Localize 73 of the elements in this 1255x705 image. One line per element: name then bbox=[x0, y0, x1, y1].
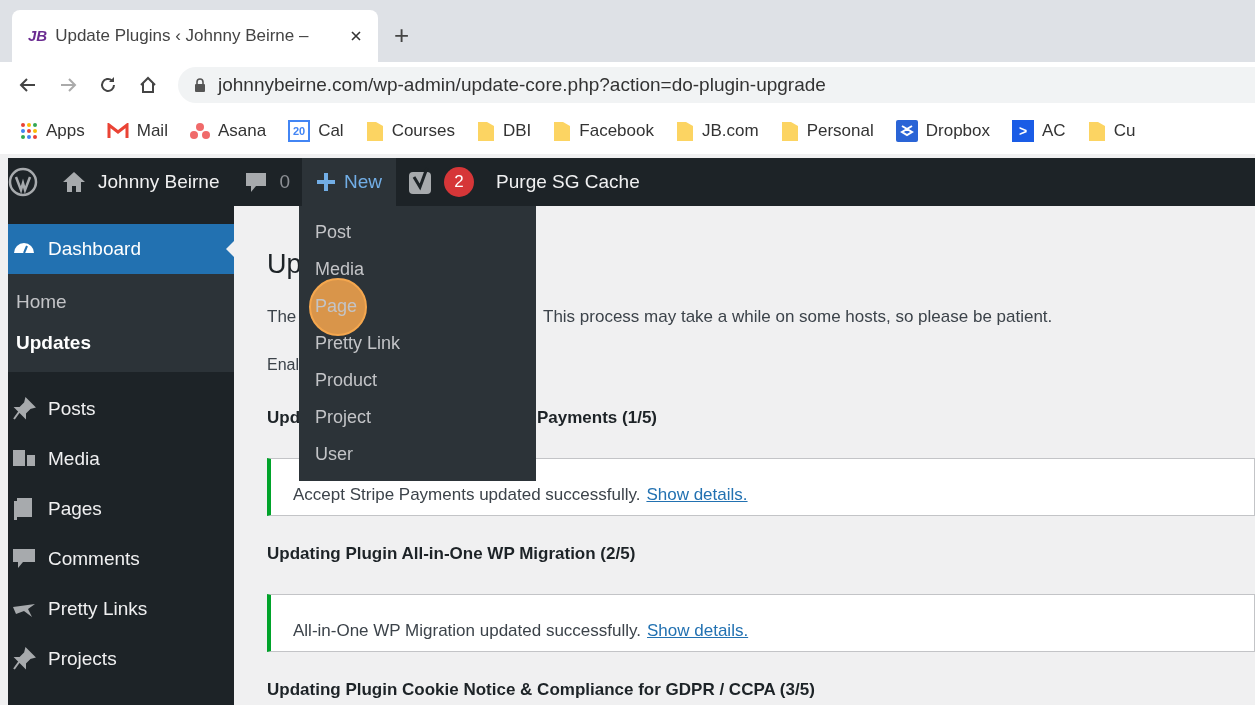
menu-item-label[interactable]: Pretty Link bbox=[315, 330, 401, 357]
tab-title: Update Plugins ‹ Johnny Beirne – bbox=[55, 25, 309, 48]
section-heading: Updating Plugin Cookie Notice & Compliance for GDPR / CCPA (3/5) bbox=[267, 680, 815, 700]
bookmark-link[interactable]: Facebook bbox=[579, 118, 654, 144]
sidebar-item[interactable]: Projects bbox=[8, 634, 234, 684]
wordpress-logo-icon bbox=[8, 167, 38, 197]
dropbox-icon bbox=[895, 120, 918, 142]
new-button[interactable]: New bbox=[302, 158, 397, 206]
plus-icon bbox=[316, 172, 337, 192]
sidebar-item[interactable]: Media bbox=[8, 434, 234, 484]
submenu-item[interactable]: Home bbox=[8, 282, 234, 323]
bookmark-link[interactable]: AC bbox=[1042, 118, 1066, 144]
paragraph-text: Enal bbox=[267, 355, 300, 375]
menu-item-label[interactable]: Media bbox=[315, 256, 365, 283]
ac-icon: > bbox=[1012, 120, 1035, 142]
folder-icon bbox=[675, 120, 694, 142]
bookmark-link[interactable]: Cu bbox=[1113, 118, 1136, 144]
home-icon bbox=[138, 75, 158, 95]
mail-icon bbox=[106, 123, 129, 139]
bookmark-link[interactable]: JB.com bbox=[701, 118, 759, 144]
show-details-link[interactable]: Show details. bbox=[647, 617, 749, 643]
bookmark-link[interactable]: Cal bbox=[318, 118, 344, 144]
bookmark-link[interactable]: Asana bbox=[217, 118, 267, 144]
pushpin-icon bbox=[12, 397, 36, 421]
notice-text: All-in-One WP Migration updated successfully. bbox=[293, 619, 642, 642]
lock-icon bbox=[194, 78, 206, 92]
sidebar-item[interactable]: Pretty Links bbox=[8, 584, 234, 634]
bookmark-link[interactable]: DBI bbox=[502, 118, 532, 144]
bookmark-link[interactable]: Courses bbox=[391, 118, 455, 144]
new-tab-button[interactable]: + bbox=[394, 22, 410, 48]
home-icon bbox=[62, 171, 86, 193]
favicon: JB bbox=[28, 25, 48, 46]
section-heading: Upd bbox=[267, 408, 301, 428]
paragraph-text: This process may take a while on some hosts, so please be patient. bbox=[543, 306, 1053, 329]
menu-item-label[interactable]: Project bbox=[315, 404, 372, 431]
folder-icon bbox=[365, 120, 384, 142]
bookmark-link[interactable]: Apps bbox=[46, 118, 85, 144]
menu-item-label[interactable]: Product bbox=[315, 367, 378, 394]
show-details-link[interactable]: Show details. bbox=[646, 481, 748, 507]
browser-tab[interactable]: JB Update Plugins ‹ Johnny Beirne – bbox=[12, 10, 378, 62]
url-text: johnnybeirne.com/wp-admin/update-core.php?action=do-plugin-upgrade bbox=[218, 72, 826, 97]
notice-text: Accept Stripe Payments updated successfully. bbox=[293, 483, 641, 506]
folder-icon bbox=[780, 120, 799, 142]
reload-icon bbox=[98, 75, 118, 95]
sidebar-item[interactable]: Posts bbox=[8, 384, 234, 434]
folder-icon bbox=[476, 120, 495, 142]
menu-item-label[interactable]: Post bbox=[315, 219, 352, 246]
comment-icon bbox=[245, 171, 268, 193]
submenu-item[interactable]: Updates bbox=[8, 323, 234, 364]
comment-count[interactable]: 0 bbox=[279, 167, 291, 197]
folder-icon bbox=[1087, 120, 1106, 142]
bookmark-link[interactable]: Mail bbox=[136, 118, 168, 144]
close-icon bbox=[350, 30, 362, 42]
current-arrow-icon bbox=[226, 241, 234, 257]
calendar-icon: 20 bbox=[288, 120, 311, 142]
folder-icon bbox=[553, 120, 572, 142]
address-bar[interactable]: johnnybeirne.com/wp-admin/update-core.php?action=do-plugin-upgrade bbox=[178, 67, 1255, 103]
menu-item-label[interactable]: User bbox=[315, 441, 353, 468]
sidebar-item[interactable]: Comments bbox=[8, 534, 234, 584]
sidebar-item[interactable]: Pages bbox=[8, 484, 234, 534]
paragraph-text: The bbox=[267, 307, 297, 327]
bookmark-link[interactable]: Dropbox bbox=[925, 118, 991, 144]
apps-grid-icon bbox=[20, 122, 38, 140]
section-heading: Updating Plugin All-in-One WP Migration (2/5) bbox=[267, 544, 636, 564]
pushpin-icon bbox=[12, 647, 36, 671]
site-name-link[interactable]: Johnny Beirne bbox=[98, 167, 220, 197]
notification-badge: 2 bbox=[444, 167, 475, 197]
purge-cache-link[interactable]: Purge SG Cache bbox=[496, 167, 640, 197]
bookmark-link[interactable]: Personal bbox=[806, 118, 874, 144]
dots-icon bbox=[189, 122, 210, 140]
page-heading: Up bbox=[267, 248, 302, 281]
section-heading: Payments (1/5) bbox=[537, 407, 657, 430]
sidebar-item[interactable]: Dashboard bbox=[8, 224, 234, 274]
